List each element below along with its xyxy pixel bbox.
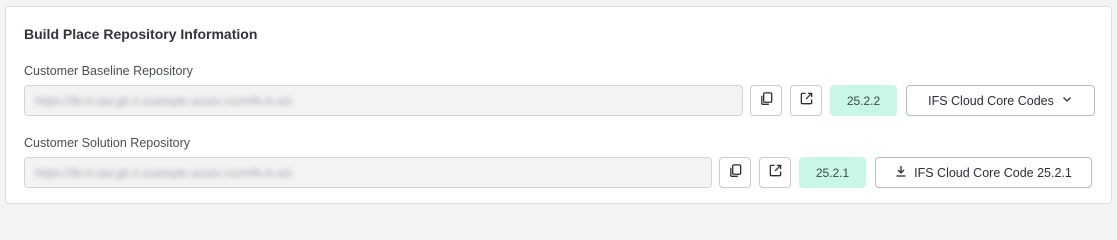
solution-copy-button[interactable] (719, 157, 751, 188)
baseline-code-button-label: IFS Cloud Core Codes (928, 93, 1054, 108)
external-link-icon (768, 163, 783, 183)
baseline-version-badge: 25.2.2 (830, 85, 897, 116)
external-link-icon (799, 91, 814, 111)
solution-code-button-label: IFS Cloud Core Code 25.2.1 (914, 165, 1072, 180)
solution-open-external-button[interactable] (759, 157, 791, 188)
copy-icon (728, 163, 743, 183)
baseline-copy-button[interactable] (750, 85, 782, 116)
solution-repo-url: https://ifs-b-aw.git.rt.example.azure.co… (35, 165, 292, 180)
copy-icon (759, 91, 774, 111)
section-title: Build Place Repository Information (24, 26, 258, 42)
ifs-cloud-core-codes-dropdown[interactable]: IFS Cloud Core Codes (906, 85, 1095, 116)
solution-version-badge: 25.2.1 (799, 157, 866, 188)
solution-repo-label: Customer Solution Repository (24, 136, 191, 150)
baseline-repo-url: https://ifs-b-aw.git.rt.example.azure.co… (35, 93, 292, 108)
download-icon (895, 165, 907, 180)
baseline-open-external-button[interactable] (790, 85, 822, 116)
download-ifs-cloud-core-code-button[interactable]: IFS Cloud Core Code 25.2.1 (875, 157, 1092, 188)
repository-info-card: Build Place Repository Information Custo… (5, 6, 1112, 204)
chevron-down-icon (1061, 93, 1073, 108)
baseline-repo-label: Customer Baseline Repository (24, 64, 193, 78)
solution-repo-url-field[interactable]: https://ifs-b-aw.git.rt.example.azure.co… (24, 157, 712, 188)
baseline-repo-url-field[interactable]: https://ifs-b-aw.git.rt.example.azure.co… (24, 85, 743, 116)
